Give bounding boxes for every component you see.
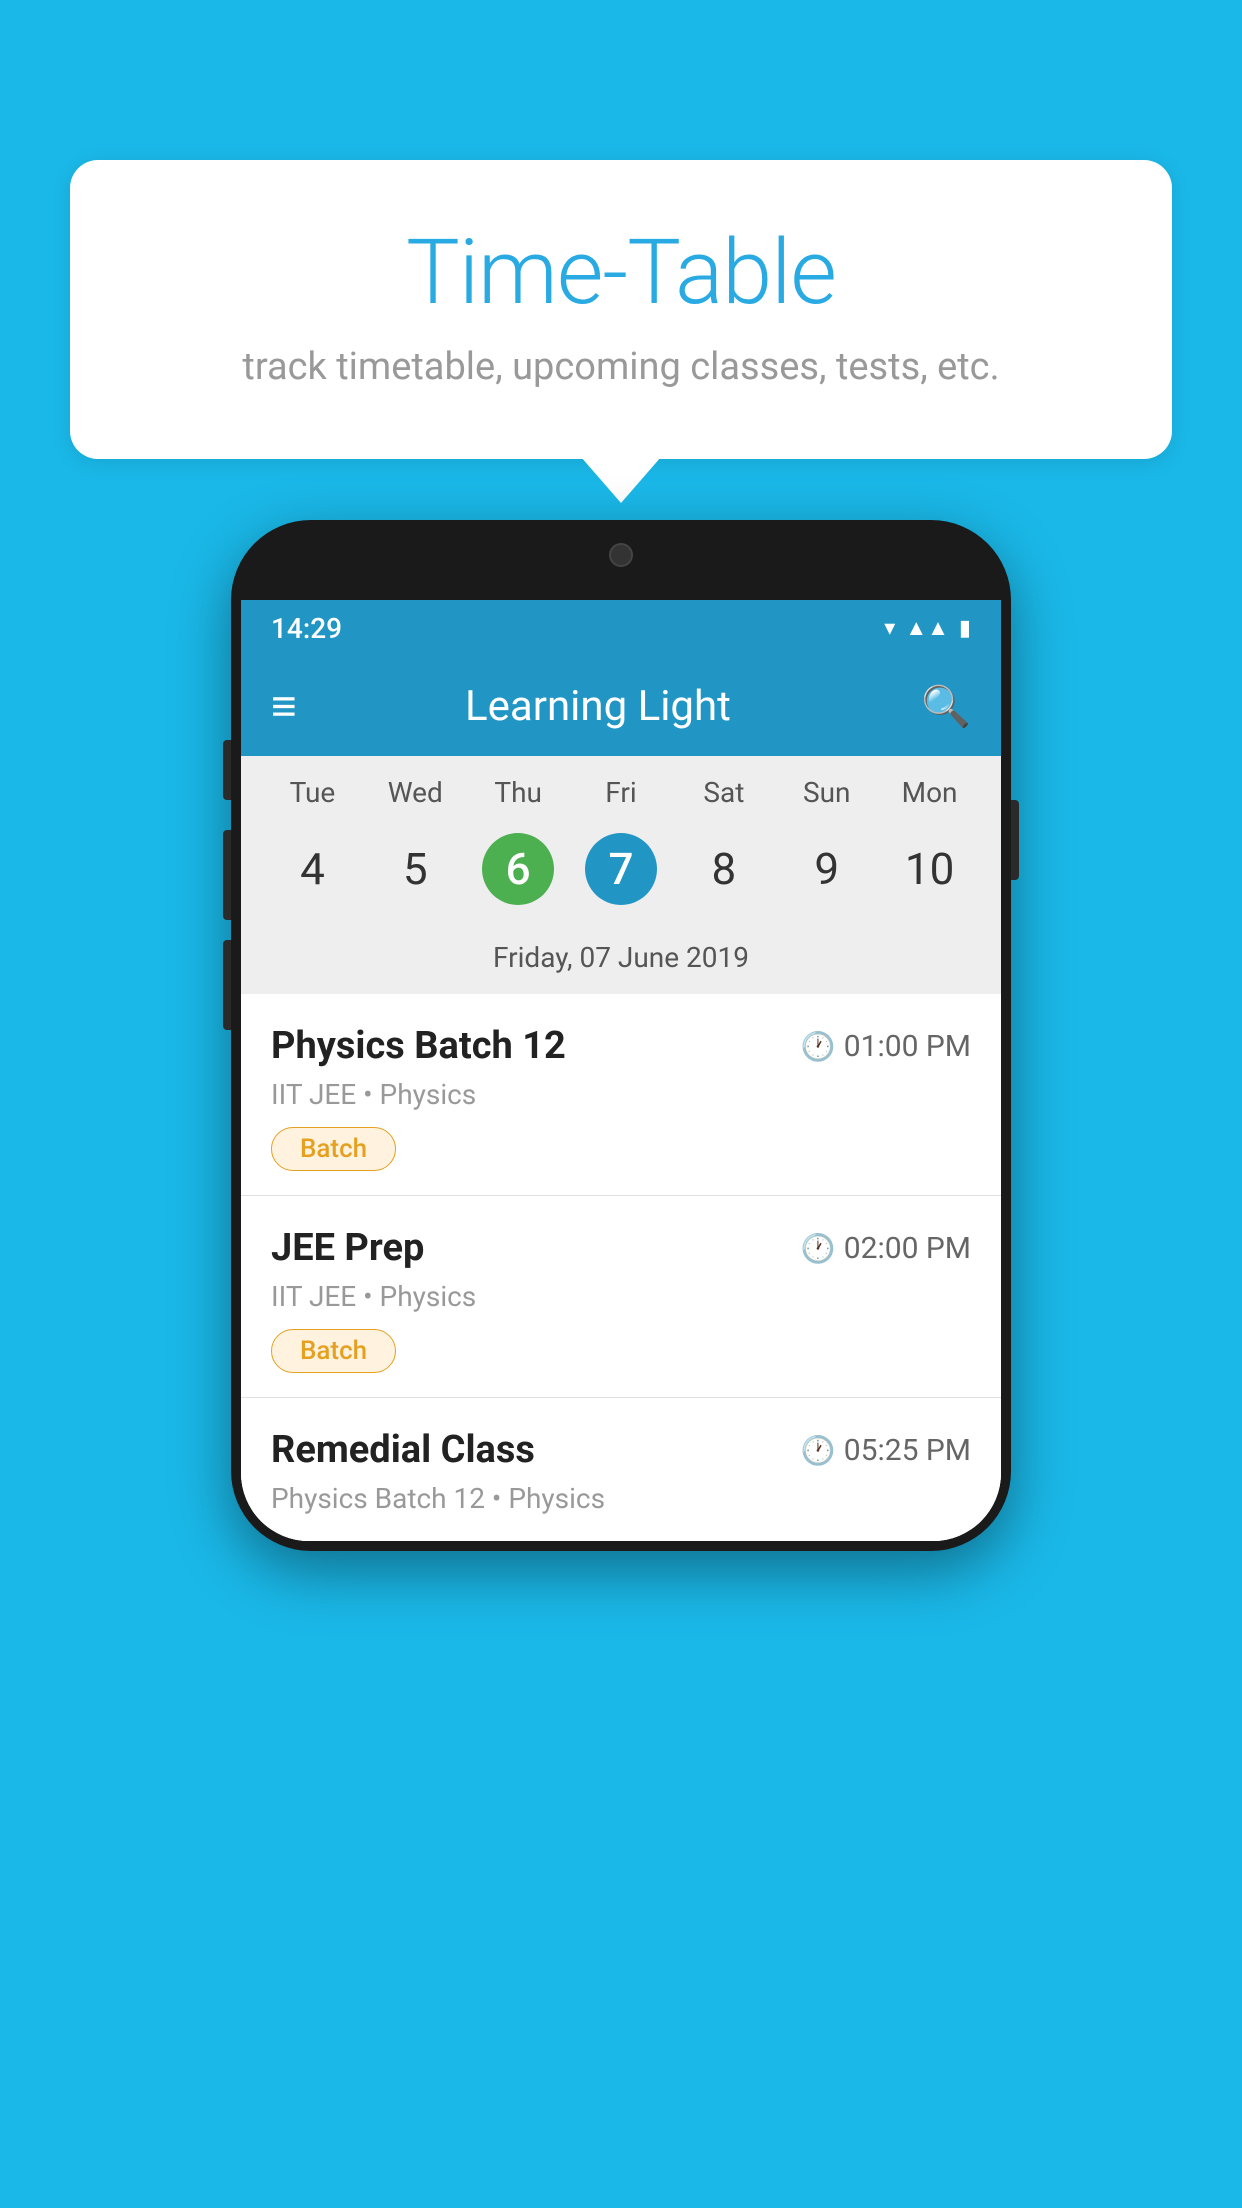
class-subtitle-3: Physics Batch 12 • Physics xyxy=(271,1482,971,1515)
signal-icon: ▲▲ xyxy=(905,615,949,641)
day-6-today[interactable]: 6 xyxy=(482,833,554,905)
day-headers: Tue Wed Thu Fri Sat Sun Mon xyxy=(241,756,1001,819)
class-name-2: JEE Prep xyxy=(271,1226,424,1270)
class-badge-2: Batch xyxy=(271,1329,396,1373)
day-10-wrapper[interactable]: 10 xyxy=(878,829,981,909)
class-time-value-2: 02:00 PM xyxy=(844,1231,971,1266)
class-name-3: Remedial Class xyxy=(271,1428,535,1472)
status-time: 14:29 xyxy=(271,612,342,645)
class-time-1: 🕐 01:00 PM xyxy=(801,1029,971,1064)
day-9-wrapper[interactable]: 9 xyxy=(775,829,878,909)
hamburger-menu-icon[interactable]: ≡ xyxy=(271,684,295,728)
phone-frame: 14:29 ▾ ▲▲ ▮ ≡ Learning Light 🔍 Tue Wed … xyxy=(231,520,1011,1551)
day-6-wrapper[interactable]: 6 xyxy=(467,833,570,905)
day-header-sun: Sun xyxy=(775,776,878,809)
class-header-2: JEE Prep 🕐 02:00 PM xyxy=(271,1226,971,1270)
day-8-wrapper[interactable]: 8 xyxy=(672,829,775,909)
clock-icon-2: 🕐 xyxy=(801,1232,836,1265)
day-9[interactable]: 9 xyxy=(775,829,878,909)
selected-date-label: Friday, 07 June 2019 xyxy=(241,929,1001,994)
calendar-section: Tue Wed Thu Fri Sat Sun Mon 4 5 xyxy=(241,756,1001,994)
clock-icon-3: 🕐 xyxy=(801,1434,836,1467)
day-header-tue: Tue xyxy=(261,776,364,809)
phone-screen: 14:29 ▾ ▲▲ ▮ ≡ Learning Light 🔍 Tue Wed … xyxy=(241,600,1001,1541)
class-name-1: Physics Batch 12 xyxy=(271,1024,566,1068)
day-10[interactable]: 10 xyxy=(878,829,981,909)
wifi-icon: ▾ xyxy=(884,616,895,641)
class-subtitle-2: IIT JEE • Physics xyxy=(271,1280,971,1313)
notch-area xyxy=(241,530,1001,600)
phone-mockup: 14:29 ▾ ▲▲ ▮ ≡ Learning Light 🔍 Tue Wed … xyxy=(231,520,1011,1551)
class-header-3: Remedial Class 🕐 05:25 PM xyxy=(271,1428,971,1472)
day-numbers: 4 5 6 7 8 9 xyxy=(241,819,1001,929)
class-time-value-1: 01:00 PM xyxy=(844,1029,971,1064)
day-header-mon: Mon xyxy=(878,776,981,809)
class-subtitle-1: IIT JEE • Physics xyxy=(271,1078,971,1111)
battery-icon: ▮ xyxy=(959,616,971,641)
day-header-wed: Wed xyxy=(364,776,467,809)
day-7-selected[interactable]: 7 xyxy=(585,833,657,905)
clock-icon-1: 🕐 xyxy=(801,1030,836,1063)
status-icons: ▾ ▲▲ ▮ xyxy=(884,615,971,641)
power-button xyxy=(1011,800,1019,880)
day-7-wrapper[interactable]: 7 xyxy=(570,833,673,905)
day-5-wrapper[interactable]: 5 xyxy=(364,829,467,909)
app-bar: ≡ Learning Light 🔍 xyxy=(241,656,1001,756)
camera xyxy=(609,543,633,567)
day-4[interactable]: 4 xyxy=(261,829,364,909)
day-header-thu: Thu xyxy=(467,776,570,809)
class-time-3: 🕐 05:25 PM xyxy=(801,1433,971,1468)
day-header-fri: Fri xyxy=(570,776,673,809)
day-5[interactable]: 5 xyxy=(364,829,467,909)
class-header-1: Physics Batch 12 🕐 01:00 PM xyxy=(271,1024,971,1068)
class-time-value-3: 05:25 PM xyxy=(844,1433,971,1468)
class-item-2[interactable]: JEE Prep 🕐 02:00 PM IIT JEE • Physics Ba… xyxy=(241,1196,1001,1398)
class-list: Physics Batch 12 🕐 01:00 PM IIT JEE • Ph… xyxy=(241,994,1001,1541)
class-time-2: 🕐 02:00 PM xyxy=(801,1231,971,1266)
class-badge-1: Batch xyxy=(271,1127,396,1171)
class-item-1[interactable]: Physics Batch 12 🕐 01:00 PM IIT JEE • Ph… xyxy=(241,994,1001,1196)
speech-bubble: Time-Table track timetable, upcoming cla… xyxy=(70,160,1172,459)
status-bar: 14:29 ▾ ▲▲ ▮ xyxy=(241,600,1001,656)
volume-up-button xyxy=(223,830,231,920)
notch xyxy=(531,530,711,580)
day-header-sat: Sat xyxy=(672,776,775,809)
search-icon[interactable]: 🔍 xyxy=(921,683,971,730)
volume-down-button xyxy=(223,940,231,1030)
app-title: Learning Light xyxy=(295,682,902,731)
day-8[interactable]: 8 xyxy=(672,829,775,909)
bubble-title: Time-Table xyxy=(120,220,1122,325)
day-4-wrapper[interactable]: 4 xyxy=(261,829,364,909)
bubble-subtitle: track timetable, upcoming classes, tests… xyxy=(120,345,1122,389)
volume-silent-button xyxy=(223,740,231,800)
class-item-3[interactable]: Remedial Class 🕐 05:25 PM Physics Batch … xyxy=(241,1398,1001,1541)
